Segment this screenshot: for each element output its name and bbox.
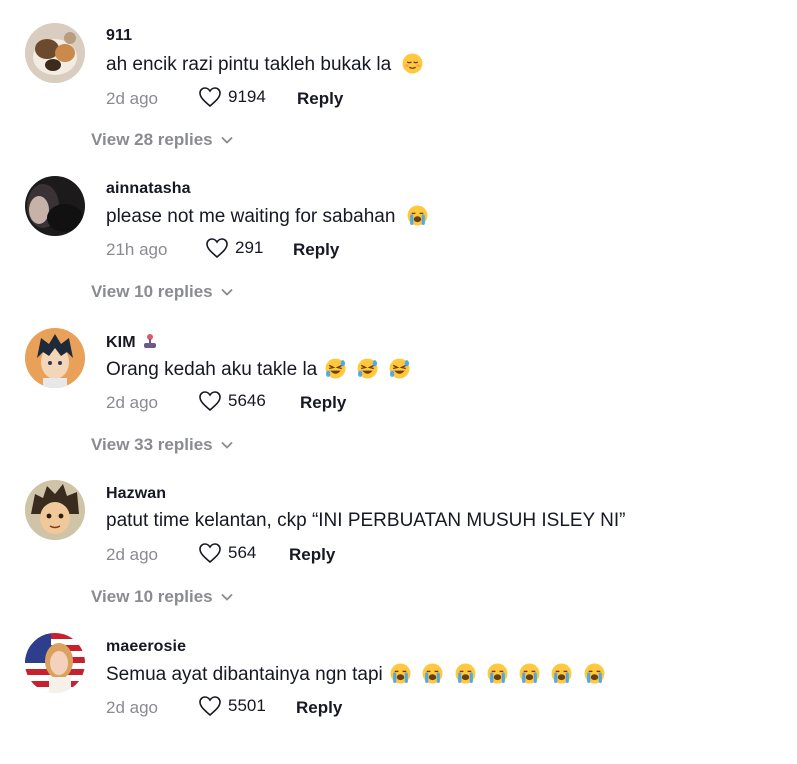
flag-woman-avatar — [25, 633, 85, 693]
comment-item: 911 ah encik razi pintu takleh bukak la … — [0, 0, 797, 152]
crying-face-emoji — [584, 663, 605, 684]
crying-face-emoji — [551, 663, 572, 684]
like-count: 5501 — [228, 696, 266, 715]
username[interactable]: maeerosie — [106, 638, 186, 656]
reply-button[interactable]: Reply — [293, 240, 339, 260]
reply-button[interactable]: Reply — [300, 393, 346, 413]
username-label: KIM — [106, 334, 136, 351]
view-replies-label: View 10 replies — [91, 587, 213, 606]
comment-text: Semua ayat dibantainya ngn tapi — [106, 663, 605, 686]
view-replies-label: View 33 replies — [91, 435, 213, 454]
view-replies-button[interactable]: View 10 replies — [91, 282, 233, 302]
crying-face-emoji — [422, 663, 443, 684]
comment-item: maeerosie Semua ayat dibantainya ngn tap… — [0, 612, 797, 764]
heart-icon — [199, 391, 221, 412]
timestamp: 2d ago — [106, 698, 158, 717]
timestamp: 2d ago — [106, 393, 158, 412]
spiky-hair-boy-avatar — [25, 480, 85, 540]
like-button[interactable]: 9194 — [198, 86, 266, 108]
like-button[interactable]: 5646 — [198, 390, 266, 412]
comment-meta: 2d ago 9194 Reply — [106, 86, 706, 112]
relieved-face-emoji — [402, 53, 423, 74]
crying-face-emoji — [390, 663, 411, 684]
comment-item: KIM Orang kedah aku takle la 2d ago 5646… — [0, 306, 797, 458]
comment-text-content: Orang kedah aku takle la — [106, 359, 318, 380]
comment-meta: 21h ago 291 Reply — [106, 237, 706, 263]
cat-photo-avatar — [25, 23, 85, 83]
username[interactable]: 911 — [106, 27, 132, 45]
rofl-face-emoji — [389, 358, 410, 379]
comment-meta: 2d ago 5501 Reply — [106, 695, 706, 721]
chevron-down-icon — [220, 593, 233, 601]
like-count: 564 — [228, 543, 257, 562]
avatar[interactable] — [25, 23, 85, 83]
anime-boy-avatar — [25, 328, 85, 388]
like-button[interactable]: 564 — [198, 542, 256, 564]
crying-face-emoji — [407, 205, 428, 226]
heart-icon — [199, 696, 221, 717]
chevron-down-icon — [220, 441, 233, 449]
timestamp: 2d ago — [106, 545, 158, 564]
chevron-down-icon — [220, 136, 233, 144]
comment-text: Orang kedah aku takle la — [106, 358, 410, 381]
username[interactable]: KIM — [106, 333, 157, 352]
view-replies-label: View 10 replies — [91, 282, 213, 301]
avatar[interactable] — [25, 480, 85, 540]
crying-face-emoji — [519, 663, 540, 684]
joystick-icon — [144, 334, 157, 348]
comment-item: ainnatasha please not me waiting for sab… — [0, 153, 797, 305]
like-count: 291 — [235, 238, 264, 257]
avatar[interactable] — [25, 328, 85, 388]
rofl-face-emoji — [325, 358, 346, 379]
avatar[interactable] — [25, 176, 85, 236]
comment-text-content: Semua ayat dibantainya ngn tapi — [106, 664, 383, 685]
comment-text-content: please not me waiting for sabahan — [106, 206, 396, 227]
view-replies-button[interactable]: View 10 replies — [91, 587, 233, 607]
timestamp: 21h ago — [106, 240, 168, 259]
username[interactable]: ainnatasha — [106, 180, 191, 198]
heart-icon — [206, 238, 228, 259]
like-count: 5646 — [228, 391, 266, 410]
comment-text: please not me waiting for sabahan — [106, 205, 428, 228]
view-replies-button[interactable]: View 33 replies — [91, 435, 233, 455]
like-count: 9194 — [228, 87, 266, 106]
comment-text: patut time kelantan, ckp “INI PERBUATAN … — [106, 510, 626, 532]
crying-face-emoji — [487, 663, 508, 684]
avatar[interactable] — [25, 633, 85, 693]
reply-button[interactable]: Reply — [297, 89, 343, 109]
comment-meta: 2d ago 5646 Reply — [106, 390, 706, 416]
like-button[interactable]: 5501 — [198, 695, 266, 717]
heart-icon — [199, 87, 221, 108]
comment-meta: 2d ago 564 Reply — [106, 542, 706, 568]
comment-text: ah encik razi pintu takleh bukak la — [106, 53, 423, 76]
dark-photo-avatar — [25, 176, 85, 236]
reply-button[interactable]: Reply — [289, 545, 335, 565]
username[interactable]: Hazwan — [106, 485, 166, 503]
comment-text-content: patut time kelantan, ckp “INI PERBUATAN … — [106, 510, 626, 531]
heart-icon — [199, 543, 221, 564]
chevron-down-icon — [220, 288, 233, 296]
like-button[interactable]: 291 — [205, 237, 263, 259]
comment-item: Hazwan patut time kelantan, ckp “INI PER… — [0, 459, 797, 611]
view-replies-label: View 28 replies — [91, 130, 213, 149]
timestamp: 2d ago — [106, 89, 158, 108]
reply-button[interactable]: Reply — [296, 698, 342, 718]
view-replies-button[interactable]: View 28 replies — [91, 130, 233, 150]
rofl-face-emoji — [357, 358, 378, 379]
crying-face-emoji — [455, 663, 476, 684]
comment-text-content: ah encik razi pintu takleh bukak la — [106, 54, 392, 75]
